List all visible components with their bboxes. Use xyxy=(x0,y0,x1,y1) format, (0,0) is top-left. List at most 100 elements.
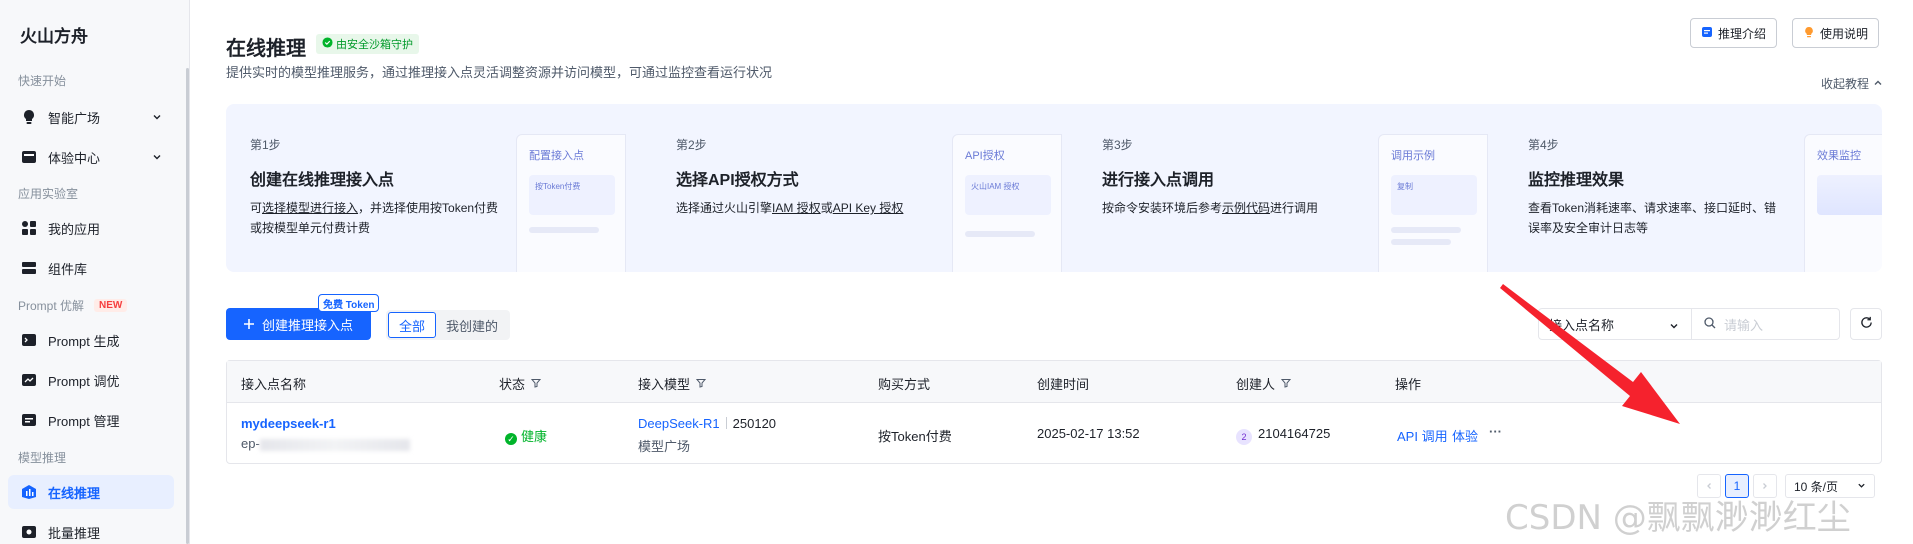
purchase-method: 按Token付费 xyxy=(878,429,952,444)
model-version: 250120 xyxy=(732,416,777,431)
create-endpoint-button[interactable]: 创建推理接入点 xyxy=(226,308,371,340)
sidebar-item-prompt-manage[interactable]: Prompt 管理 xyxy=(8,403,174,437)
chevron-down-icon xyxy=(1669,319,1679,334)
bulb-icon xyxy=(20,108,38,126)
sidebar-item-online-inference[interactable]: 在线推理 xyxy=(8,475,174,509)
batch-icon xyxy=(20,523,38,541)
model-cell: DeepSeek-R1 250120 xyxy=(638,416,776,431)
guide-button-label: 使用说明 xyxy=(1820,26,1869,41)
preview-bar xyxy=(529,227,599,233)
collapse-label: 收起教程 xyxy=(1820,77,1869,91)
ownership-filter: 全部 我创建的 xyxy=(386,310,511,340)
sidebar-item-prompt-tune[interactable]: Prompt 调优 xyxy=(8,363,174,397)
filter-field-select[interactable]: 接入点名称 xyxy=(1538,308,1692,340)
chart-icon xyxy=(20,483,38,501)
api-call-button[interactable]: API 调用 xyxy=(1397,426,1448,445)
tab-mine[interactable]: 我创建的 xyxy=(436,312,508,338)
sidebar-item-square[interactable]: 智能广场 xyxy=(8,100,174,134)
iam-auth-link[interactable]: IAM 授权 xyxy=(772,201,821,215)
preview-title: 调用示例 xyxy=(1391,150,1435,162)
sidebar-item-my-apps[interactable]: 我的应用 xyxy=(8,211,174,245)
preview-title: 配置接入点 xyxy=(529,150,584,162)
new-badge: NEW xyxy=(94,299,128,312)
step-1: 第1步 创建在线推理接入点 可选择模型进行接入，并选择使用按Token付费或按模… xyxy=(226,104,640,272)
status-badge: ✓ 健康 xyxy=(505,426,547,445)
page-title: 在线推理 xyxy=(226,38,306,60)
guide-button[interactable]: 使用说明 xyxy=(1792,18,1880,48)
endpoint-name-link[interactable]: mydeepseek-r1 xyxy=(241,416,336,431)
select-model-link[interactable]: 选择模型进行接入 xyxy=(262,201,358,215)
try-button[interactable]: 体验 xyxy=(1452,426,1478,445)
preview-title: API授权 xyxy=(965,150,1005,162)
step-description: 查看Token消耗速率、请求速率、接口延时、错误率及安全审计日志等 xyxy=(1528,201,1777,235)
step-description: 可选择模型进行接入，并选择使用按Token付费或按模型单元付费计费 xyxy=(250,198,505,238)
creator-cell: 2 2104164725 xyxy=(1236,426,1330,445)
step-title: 创建在线推理接入点 xyxy=(250,172,395,189)
divider xyxy=(725,417,727,429)
status-label: 健康 xyxy=(521,429,548,444)
plus-icon xyxy=(243,317,254,332)
doc-icon xyxy=(1701,26,1713,41)
sidebar-item-batch-inference[interactable]: 批量推理 xyxy=(8,515,174,544)
sidebar-scrollbar[interactable] xyxy=(186,68,189,544)
sidebar-item-label: 批量推理 xyxy=(48,525,101,541)
sidebar-item-prompt-gen[interactable]: Prompt 生成 xyxy=(8,323,174,357)
section-inference: 模型推理 xyxy=(18,451,67,465)
desc-text: 进行调用 xyxy=(1270,201,1319,215)
search-icon xyxy=(1704,316,1716,332)
step-description: 选择通过火山引擎IAM 授权或API Key 授权 xyxy=(676,198,931,218)
step-title: 监控推理效果 xyxy=(1528,172,1625,189)
sandbox-badge-label: 由安全沙箱守护 xyxy=(336,39,413,51)
sample-code-link[interactable]: 示例代码 xyxy=(1222,201,1270,215)
sidebar-item-experience[interactable]: 体验中心 xyxy=(8,140,174,174)
search-input[interactable]: 请输入 xyxy=(1692,308,1840,340)
column-label: 接入模型 xyxy=(638,377,691,392)
shield-icon xyxy=(322,37,333,51)
free-token-tag: 免费 Token xyxy=(318,294,380,312)
step-number: 第1步 xyxy=(250,138,281,152)
column-label: 状态 xyxy=(499,377,526,392)
creator-id: 2104164725 xyxy=(1258,426,1331,441)
column-creator[interactable]: 创建人 xyxy=(1236,374,1292,393)
filter-field-label: 接入点名称 xyxy=(1549,317,1615,333)
more-actions-button[interactable]: ··· xyxy=(1489,424,1502,439)
created-time: 2025-02-17 13:52 xyxy=(1037,426,1140,441)
check-icon: ✓ xyxy=(505,433,517,445)
column-status[interactable]: 状态 xyxy=(499,374,542,393)
column-name: 接入点名称 xyxy=(241,377,307,392)
sidebar-item-components[interactable]: 组件库 xyxy=(8,251,174,285)
filter-icon xyxy=(530,376,542,391)
avatar: 2 xyxy=(1236,429,1252,445)
preview-title: 效果监控 xyxy=(1817,150,1861,162)
sidebar-item-label: 我的应用 xyxy=(48,221,101,237)
step-title: 选择API授权方式 xyxy=(676,172,799,189)
api-key-auth-link[interactable]: API Key 授权 xyxy=(833,201,904,215)
preview-bar xyxy=(1391,239,1451,245)
section-lab: 应用实验室 xyxy=(18,187,79,201)
sidebar-item-label: Prompt 生成 xyxy=(48,333,120,349)
tab-all[interactable]: 全部 xyxy=(388,312,437,338)
step-description: 按命令安装环境后参考示例代码进行调用 xyxy=(1102,198,1357,218)
refresh-button[interactable] xyxy=(1850,308,1882,340)
step-4: 第4步 监控推理效果 查看Token消耗速率、请求速率、接口延时、错误率及安全审… xyxy=(1504,104,1882,272)
chevron-down-icon xyxy=(152,110,162,125)
sidebar-item-label: Prompt 调优 xyxy=(48,373,120,389)
sidebar-item-label: 组件库 xyxy=(48,261,88,277)
filter-icon xyxy=(695,376,707,391)
step-number: 第3步 xyxy=(1102,138,1133,152)
preview-box: 复制 xyxy=(1391,175,1477,215)
preview-box: 按Token付费 xyxy=(529,175,615,215)
watermark: CSDN @飘飘渺渺红尘 xyxy=(1505,498,1851,538)
column-model[interactable]: 接入模型 xyxy=(638,374,707,393)
sidebar-item-label: Prompt 管理 xyxy=(48,413,120,429)
sidebar-item-label: 智能广场 xyxy=(48,110,101,126)
main-content: 在线推理 由安全沙箱守护 提供实时的模型推理服务，通过推理接入点灵活调整资源并访… xyxy=(190,0,1913,544)
step-2: 第2步 选择API授权方式 选择通过火山引擎IAM 授权或API Key 授权 … xyxy=(652,104,1066,272)
tune-icon xyxy=(20,371,38,389)
sidebar: 火山方舟 快速开始 智能广场 体验中心 应用实验室 我的应用 组件库 Promp… xyxy=(0,0,190,544)
intro-button[interactable]: 推理介绍 xyxy=(1690,18,1778,48)
collapse-tutorial-link[interactable]: 收起教程 xyxy=(1821,75,1883,92)
step-preview: 配置接入点 按Token付费 xyxy=(516,134,626,272)
model-link[interactable]: DeepSeek-R1 xyxy=(638,416,720,431)
sidebar-item-label: 体验中心 xyxy=(48,150,101,166)
